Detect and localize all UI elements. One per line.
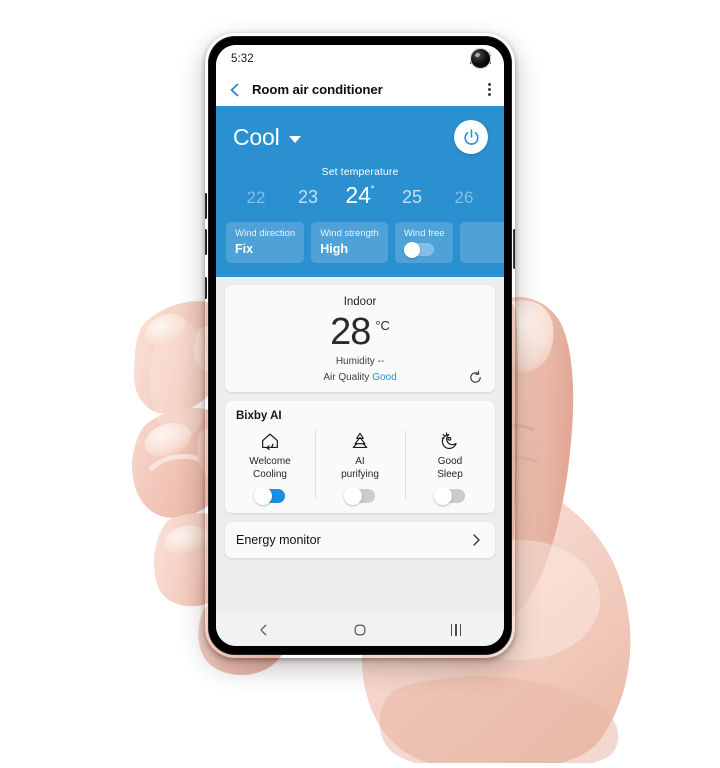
temp-option-24-selected[interactable]: 24˚ <box>334 182 386 209</box>
bixby-item-ai-purifying[interactable]: AI purifying <box>315 428 405 505</box>
bixby-ai-items: Welcome Cooling AI purifying Good Sleep <box>225 428 495 505</box>
front-camera-icon <box>471 49 490 68</box>
indoor-temperature-row: 28 °C <box>225 313 495 351</box>
wind-free-label: Wind free <box>403 228 445 239</box>
air-quality-label: Air Quality <box>323 372 370 383</box>
mode-row: Cool <box>216 118 504 156</box>
navigation-bar <box>216 613 504 646</box>
nav-home-button[interactable] <box>312 623 408 637</box>
back-chevron-icon[interactable] <box>227 82 243 98</box>
good-sleep-icon <box>438 430 462 452</box>
humidity-text: Humidity -- <box>335 356 385 367</box>
indoor-temperature-unit: °C <box>375 318 390 333</box>
bixby-button[interactable] <box>205 277 207 299</box>
temp-selected-value: 24 <box>345 182 371 208</box>
power-icon <box>463 128 479 145</box>
bixby-toggle-knob <box>254 487 272 505</box>
welcome-cooling-icon <box>258 430 282 452</box>
nav-back-button[interactable] <box>216 623 312 637</box>
phone-screen: 5:32 Room air conditioner Cool Set tempe… <box>216 45 504 646</box>
degree-symbol: ˚ <box>370 185 375 198</box>
bixby-label-good-sleep: Good Sleep <box>437 456 463 480</box>
status-time: 5:32 <box>231 53 254 65</box>
energy-monitor-row[interactable]: Energy monitor <box>225 522 495 558</box>
cards-area: Indoor 28 °C Humidity -- Air Quality Goo… <box>216 277 504 558</box>
wind-free-card[interactable]: Wind free <box>394 222 454 263</box>
page-title: Room air conditioner <box>252 82 383 97</box>
nav-back-icon <box>260 624 267 635</box>
indoor-title: Indoor <box>343 296 377 308</box>
temp-option-26[interactable]: 26 <box>438 188 490 208</box>
wind-free-toggle-knob <box>403 241 420 258</box>
bixby-label-ai-purifying: AI purifying <box>341 456 379 480</box>
volume-down-button[interactable] <box>205 229 207 255</box>
wind-direction-card[interactable]: Wind direction Fix <box>226 222 305 263</box>
chevron-right-icon <box>469 533 483 547</box>
mode-label[interactable]: Cool <box>233 124 280 151</box>
volume-up-button[interactable] <box>205 193 207 219</box>
app-bar: Room air conditioner <box>216 73 504 106</box>
temp-option-22[interactable]: 22 <box>230 188 282 208</box>
bixby-toggle-ai-purifying[interactable] <box>344 487 375 505</box>
wind-strength-card[interactable]: Wind strength High <box>311 222 388 263</box>
temp-option-25[interactable]: 25 <box>386 187 438 208</box>
air-quality-row: Air Quality Good <box>225 372 495 383</box>
temp-option-23[interactable]: 23 <box>282 187 334 208</box>
wind-direction-value: Fix <box>235 242 254 256</box>
bixby-toggle-good-sleep[interactable] <box>434 487 465 505</box>
more-options-icon[interactable] <box>488 83 491 96</box>
wind-options-row[interactable]: Wind direction Fix Wind strength High Wi… <box>216 222 504 263</box>
ai-purifying-icon <box>348 430 372 452</box>
bixby-toggle-welcome-cooling[interactable] <box>254 487 285 505</box>
nav-home-icon <box>354 624 366 635</box>
refresh-icon[interactable] <box>468 370 483 385</box>
temperature-scale[interactable]: 22 23 24˚ 25 26 <box>216 182 504 209</box>
nav-recents-icon <box>450 623 462 636</box>
wind-direction-label: Wind direction <box>235 228 296 239</box>
set-temperature-label: Set temperature <box>321 166 399 178</box>
bixby-toggle-knob <box>434 487 452 505</box>
bixby-label-welcome-cooling: Welcome Cooling <box>249 456 291 480</box>
power-side-button[interactable] <box>513 229 515 269</box>
bixby-toggle-knob <box>344 487 362 505</box>
air-quality-value: Good <box>372 372 397 383</box>
wind-free-toggle[interactable] <box>403 241 434 258</box>
chevron-down-icon[interactable] <box>288 135 301 143</box>
energy-monitor-label: Energy monitor <box>236 533 321 547</box>
bixby-ai-card: Bixby AI Welcome Cooling AI purifying Go… <box>225 401 495 513</box>
phone-device: 5:32 Room air conditioner Cool Set tempe… <box>205 33 515 658</box>
bixby-item-welcome-cooling[interactable]: Welcome Cooling <box>225 428 315 505</box>
wind-strength-value: High <box>320 242 348 256</box>
indoor-climate-card: Indoor 28 °C Humidity -- Air Quality Goo… <box>225 285 495 392</box>
nav-recents-button[interactable] <box>408 623 504 636</box>
power-button[interactable] <box>454 120 488 154</box>
wind-strength-label: Wind strength <box>320 228 379 239</box>
bixby-item-good-sleep[interactable]: Good Sleep <box>405 428 495 505</box>
status-bar: 5:32 <box>216 45 504 73</box>
wind-next-card-partial[interactable] <box>460 222 504 263</box>
climate-control-panel: Cool Set temperature 22 23 24˚ 25 26 Win… <box>216 106 504 277</box>
indoor-temperature-value: 28 <box>330 311 371 353</box>
bixby-ai-title: Bixby AI <box>236 410 282 422</box>
